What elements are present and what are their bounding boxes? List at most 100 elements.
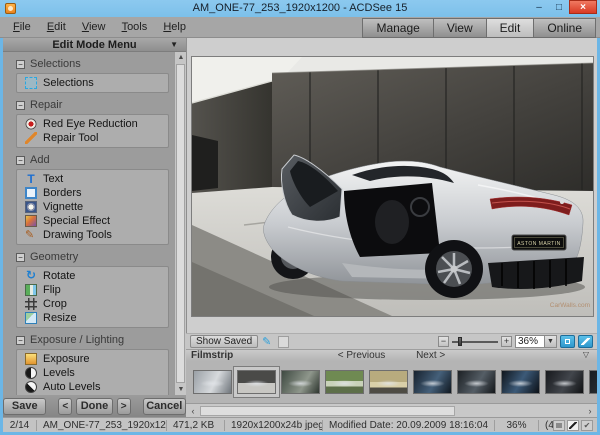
filmstrip-thumbnail[interactable] xyxy=(325,370,364,394)
swatch-icon[interactable] xyxy=(553,420,565,431)
menu-tools[interactable]: Tools xyxy=(117,20,153,34)
tab-online[interactable]: Online xyxy=(533,18,596,38)
sidebar-scrollbar-thumb[interactable] xyxy=(176,64,185,383)
done-button[interactable]: Done xyxy=(76,398,113,415)
fit-image-button[interactable] xyxy=(560,335,575,348)
edit-pencil-icon[interactable]: ✎ xyxy=(262,336,274,348)
filmstrip-thumbnail[interactable] xyxy=(413,370,452,394)
scroll-down-icon[interactable]: ▼ xyxy=(175,384,186,395)
edit-mode-menu-header[interactable]: Edit Mode Menu ▼ xyxy=(3,38,186,52)
collapse-minus-icon[interactable] xyxy=(16,60,25,69)
previous-link[interactable]: < Previous xyxy=(338,350,386,361)
sidebar-item-text[interactable]: Text xyxy=(17,172,168,186)
collapse-minus-icon[interactable] xyxy=(16,336,25,345)
filmstrip-thumbnail[interactable] xyxy=(193,370,232,394)
sidebar-item-levels[interactable]: Levels xyxy=(17,366,168,380)
sidebar-item-label: Flip xyxy=(43,284,61,296)
check-icon[interactable]: ✔ xyxy=(581,420,593,431)
status-filename: AM_ONE-77_253_1920x1200 xyxy=(37,420,167,431)
collapse-minus-icon[interactable] xyxy=(16,101,25,110)
sidebar-item-auto-levels[interactable]: Auto Levels xyxy=(17,380,168,394)
filmstrip-thumbnail[interactable] xyxy=(369,370,408,394)
page-preview-icon[interactable] xyxy=(278,336,289,348)
app-window: AM_ONE-77_253_1920x1200 - ACDSee 15 – □ … xyxy=(0,0,600,435)
section-header-geometry[interactable]: Geometry xyxy=(16,251,170,263)
zoom-out-button[interactable]: − xyxy=(438,336,449,347)
status-bar: 2/14 AM_ONE-77_253_1920x1200 471,2 KB 19… xyxy=(3,417,597,432)
scroll-right-icon[interactable]: › xyxy=(584,405,596,417)
sidebar-item-selections[interactable]: Selections xyxy=(17,76,168,90)
sidebar-item-repair-tool[interactable]: Repair Tool xyxy=(17,131,168,145)
filmstrip-thumbnail[interactable] xyxy=(501,370,540,394)
filmstrip-scrollbar-thumb[interactable] xyxy=(200,406,455,416)
tab-edit[interactable]: Edit xyxy=(486,18,535,38)
section-title: Repair xyxy=(30,99,62,111)
filmstrip-thumbnail[interactable] xyxy=(589,370,597,394)
collapse-panel-icon[interactable]: ▼ xyxy=(170,40,178,49)
maximize-button[interactable]: □ xyxy=(549,0,569,14)
close-button[interactable]: × xyxy=(569,0,597,14)
tab-view[interactable]: View xyxy=(433,18,487,38)
scroll-left-icon[interactable]: ‹ xyxy=(187,405,199,417)
menu-view[interactable]: View xyxy=(77,20,111,34)
sidebar-footer: Save < Done > Cancel xyxy=(3,395,186,417)
sidebar-item-vignette[interactable]: Vignette xyxy=(17,200,168,214)
filmstrip-thumbnail[interactable] xyxy=(457,370,496,394)
filmstrip-dropdown-icon[interactable]: ▽ xyxy=(583,350,589,359)
vignette-icon xyxy=(25,201,37,213)
sidebar-item-flip[interactable]: Flip xyxy=(17,283,168,297)
section-title: Exposure / Lighting xyxy=(30,334,124,346)
sidebar-item-rotate[interactable]: Rotate xyxy=(17,269,168,283)
zoom-in-button[interactable]: + xyxy=(501,336,512,347)
sidebar-item-special-effect[interactable]: Special Effect xyxy=(17,214,168,228)
save-button[interactable]: Save xyxy=(3,398,46,415)
filmstrip-scrollbar[interactable]: ‹ › xyxy=(186,403,597,417)
next-link[interactable]: Next > xyxy=(416,350,445,361)
sidebar-item-resize[interactable]: Resize xyxy=(17,311,168,325)
sidebar-scrollbar[interactable]: ▲ ▼ xyxy=(174,52,186,395)
section-header-add[interactable]: Add xyxy=(16,154,170,166)
collapse-minus-icon[interactable] xyxy=(16,156,25,165)
sidebar-item-label: Rotate xyxy=(43,270,75,282)
section-header-exposure-lighting[interactable]: Exposure / Lighting xyxy=(16,334,170,346)
zoom-dropdown-icon[interactable]: ▼ xyxy=(545,335,557,348)
title-bar[interactable]: AM_ONE-77_253_1920x1200 - ACDSee 15 – □ … xyxy=(0,0,600,17)
section-header-repair[interactable]: Repair xyxy=(16,99,170,111)
sidebar-item-label: Text xyxy=(43,173,63,185)
auto-levels-icon xyxy=(25,381,37,393)
sidebar-item-crop[interactable]: Crop xyxy=(17,297,168,311)
menu-edit[interactable]: Edit xyxy=(42,20,71,34)
section-panel-selections: Selections xyxy=(16,73,169,93)
scroll-up-icon[interactable]: ▲ xyxy=(175,52,186,63)
zoom-level-value[interactable]: 36% xyxy=(515,335,545,348)
next-image-button[interactable]: > xyxy=(117,398,131,415)
previous-image-button[interactable]: < xyxy=(58,398,72,415)
filmstrip-thumbnail-selected[interactable] xyxy=(237,370,276,394)
collapse-minus-icon[interactable] xyxy=(16,253,25,262)
cancel-button[interactable]: Cancel xyxy=(143,398,186,415)
sidebar-item-borders[interactable]: Borders xyxy=(17,186,168,200)
zoom-slider[interactable] xyxy=(452,336,498,347)
menu-help[interactable]: Help xyxy=(158,20,191,34)
sidebar-item-red-eye-reduction[interactable]: Red Eye Reduction xyxy=(17,117,168,131)
status-dimensions: 1920x1200x24b jpeg xyxy=(225,420,323,431)
tab-manage[interactable]: Manage xyxy=(362,18,433,38)
sidebar-item-label: Borders xyxy=(43,187,82,199)
pencil-icon[interactable] xyxy=(567,420,579,431)
actual-size-button[interactable] xyxy=(578,335,593,348)
red-eye-icon xyxy=(25,118,37,130)
zoom-slider-handle[interactable] xyxy=(458,337,462,346)
zoom-level-combo[interactable]: 36% ▼ xyxy=(515,335,557,348)
photo-view[interactable]: ASTON MARTIN CarWalls.com xyxy=(191,56,594,317)
sidebar-item-exposure[interactable]: Exposure xyxy=(17,352,168,366)
section-panel-add: Text Borders Vignette Special Effect Dra… xyxy=(16,169,169,245)
filmstrip-thumbnail[interactable] xyxy=(281,370,320,394)
menu-file[interactable]: File xyxy=(8,20,36,34)
section-header-selections[interactable]: Selections xyxy=(16,58,170,70)
sidebar-item-drawing-tools[interactable]: Drawing Tools xyxy=(17,228,168,242)
minimize-button[interactable]: – xyxy=(529,0,549,14)
viewer-toolbar: Show Saved ✎ − + 36% ▼ xyxy=(186,333,597,349)
filmstrip-thumbnail[interactable] xyxy=(545,370,584,394)
show-saved-button[interactable]: Show Saved xyxy=(190,335,258,348)
photo-svg: ASTON MARTIN CarWalls.com xyxy=(192,57,593,316)
